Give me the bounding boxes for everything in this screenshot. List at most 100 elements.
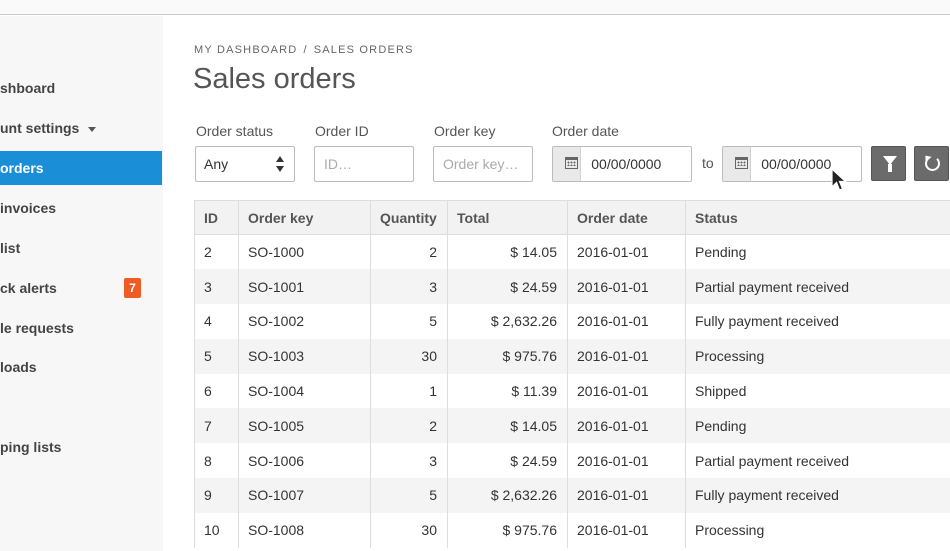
- cell-status: Fully payment received: [685, 478, 950, 513]
- order-id-field-wrap: [314, 146, 414, 182]
- cell-id: 6: [194, 373, 239, 409]
- breadcrumb-root[interactable]: MY DASHBOARD: [194, 44, 297, 56]
- cell-id: 10: [194, 512, 239, 548]
- column-header-quantity[interactable]: Quantity: [370, 200, 448, 235]
- table-header-row: ID Order key Quantity Total Order date S…: [194, 200, 950, 235]
- cell-order-date: 2016-01-01: [567, 234, 686, 270]
- order-status-label: Order status: [196, 123, 274, 139]
- cell-order-key: SO-1008: [238, 512, 371, 548]
- column-header-total[interactable]: Total: [447, 200, 568, 235]
- select-arrows-icon: [276, 156, 284, 172]
- order-date-label: Order date: [552, 123, 619, 139]
- sidebar-item-label: invoices: [0, 200, 57, 216]
- sidebar-item-label: loads: [0, 359, 37, 375]
- table-row[interactable]: 10 SO-1008 30 $ 975.76 2016-01-01 Processing: [194, 512, 950, 548]
- cell-order-key: SO-1003: [238, 338, 371, 374]
- cell-quantity: 3: [370, 269, 448, 305]
- table-row[interactable]: 7 SO-1005 2 $ 14.05 2016-01-01 Pending: [194, 408, 950, 444]
- order-key-input[interactable]: [434, 147, 532, 181]
- cell-order-date: 2016-01-01: [567, 304, 686, 339]
- column-header-order-key[interactable]: Order key: [238, 200, 371, 235]
- sidebar-item-label: le requests: [0, 320, 74, 336]
- sidebar-item-label: ping lists: [0, 439, 62, 455]
- sidebar-item-label: unt settings: [0, 120, 80, 136]
- cell-id: 5: [194, 338, 239, 374]
- cell-order-date: 2016-01-01: [567, 269, 686, 305]
- calendar-icon[interactable]: [553, 147, 582, 181]
- cell-quantity: 2: [370, 408, 448, 444]
- table-row[interactable]: 5 SO-1003 30 $ 975.76 2016-01-01 Processing: [194, 338, 950, 374]
- cell-total: $ 11.39: [447, 373, 568, 409]
- table-row[interactable]: 2 SO-1000 2 $ 14.05 2016-01-01 Pending: [194, 234, 950, 270]
- cell-quantity: 3: [370, 443, 448, 479]
- order-status-value: Any: [204, 156, 229, 172]
- breadcrumb-current: SALES ORDERS: [313, 44, 414, 56]
- order-key-label: Order key: [434, 123, 496, 139]
- cell-total: $ 975.76: [447, 512, 568, 548]
- column-header-order-date[interactable]: Order date: [567, 200, 686, 235]
- order-id-input[interactable]: [315, 147, 413, 181]
- cell-status: Fully payment received: [685, 304, 950, 339]
- sidebar-item-stock-alerts[interactable]: ck alerts 7: [0, 271, 162, 305]
- cell-quantity: 1: [370, 373, 448, 409]
- cell-status: Processing: [685, 512, 950, 548]
- sidebar-item-shopping-lists[interactable]: ping lists: [0, 430, 162, 464]
- cell-total: $ 24.59: [447, 443, 568, 479]
- sidebar-item-label: shboard: [0, 80, 56, 96]
- cell-order-key: SO-1001: [238, 269, 371, 305]
- sidebar-item-orders[interactable]: orders: [0, 151, 162, 185]
- page-title: Sales orders: [193, 63, 356, 95]
- sidebar-item-downloads[interactable]: loads: [0, 350, 162, 384]
- cell-status: Shipped: [685, 373, 950, 409]
- table-row[interactable]: 8 SO-1006 3 $ 24.59 2016-01-01 Partial paymen…: [194, 443, 950, 479]
- sidebar-item-sample-requests[interactable]: le requests: [0, 311, 162, 345]
- cell-order-key: SO-1000: [238, 234, 371, 270]
- cell-order-date: 2016-01-01: [567, 338, 686, 374]
- order-date-from-input[interactable]: [581, 147, 691, 181]
- sidebar-item-wishlist[interactable]: list: [0, 231, 162, 265]
- order-status-select[interactable]: Any: [195, 146, 295, 182]
- sidebar-item-dashboard[interactable]: shboard: [0, 71, 162, 105]
- mouse-cursor-icon: [831, 168, 847, 191]
- reset-button[interactable]: [914, 146, 949, 181]
- sidebar-item-label: orders: [0, 160, 44, 176]
- filter-icon: [883, 156, 897, 172]
- sidebar-item-account-settings[interactable]: unt settings: [0, 111, 162, 145]
- column-header-id[interactable]: ID: [194, 200, 239, 235]
- table-row[interactable]: 4 SO-1002 5 $ 2,632.26 2016-01-01 Fully payme…: [194, 304, 950, 339]
- filter-button[interactable]: [871, 146, 906, 181]
- cell-status: Partial payment received: [685, 443, 950, 479]
- column-header-status[interactable]: Status: [685, 200, 950, 235]
- cell-order-key: SO-1002: [238, 304, 371, 339]
- top-bar: [0, 0, 950, 15]
- table-row[interactable]: 9 SO-1007 5 $ 2,632.26 2016-01-01 Fully payme…: [194, 478, 950, 513]
- cell-order-date: 2016-01-01: [567, 408, 686, 444]
- cell-order-key: SO-1006: [238, 443, 371, 479]
- cell-id: 2: [194, 234, 239, 270]
- cell-order-key: SO-1007: [238, 478, 371, 513]
- cell-status: Processing: [685, 338, 950, 374]
- cell-order-key: SO-1005: [238, 408, 371, 444]
- sidebar-item-label: list: [0, 240, 21, 256]
- calendar-icon[interactable]: [723, 147, 752, 181]
- cell-total: $ 975.76: [447, 338, 568, 374]
- order-date-from-field[interactable]: [552, 146, 692, 182]
- order-key-field-wrap: [433, 146, 533, 182]
- cell-quantity: 30: [370, 338, 448, 374]
- cell-id: 9: [194, 478, 239, 513]
- cell-status: Pending: [685, 408, 950, 444]
- sidebar-item-invoices[interactable]: invoices: [0, 191, 162, 225]
- cell-total: $ 2,632.26: [447, 478, 568, 513]
- table-row[interactable]: 3 SO-1001 3 $ 24.59 2016-01-01 Partial paymen…: [194, 269, 950, 305]
- cell-quantity: 30: [370, 512, 448, 548]
- cell-total: $ 14.05: [447, 408, 568, 444]
- breadcrumb-separator: /: [303, 44, 308, 56]
- cell-total: $ 2,632.26: [447, 304, 568, 339]
- orders-table-body: 2 SO-1000 2 $ 14.05 2016-01-01 Pending 3 SO-100…: [194, 234, 950, 548]
- cell-id: 7: [194, 408, 239, 444]
- date-range-to-label: to: [702, 155, 714, 171]
- cell-id: 8: [194, 443, 239, 479]
- cell-order-date: 2016-01-01: [567, 443, 686, 479]
- cell-id: 4: [194, 304, 239, 339]
- table-row[interactable]: 6 SO-1004 1 $ 11.39 2016-01-01 Shipped: [194, 373, 950, 409]
